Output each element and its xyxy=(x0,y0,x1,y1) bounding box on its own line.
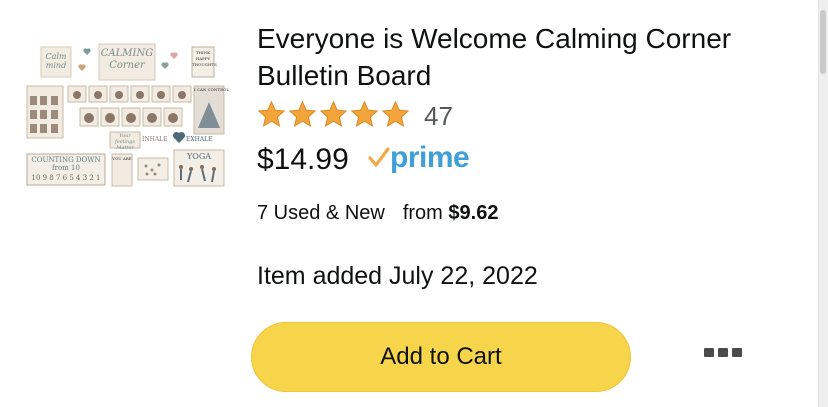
star-icon xyxy=(257,100,286,127)
image-text-counting: COUNTING DOWN from 10 xyxy=(31,156,101,172)
star-icon xyxy=(319,100,348,127)
offers[interactable]: 7 Used & New from $9.62 xyxy=(257,202,498,225)
ellipsis-icon xyxy=(732,348,742,357)
add-to-cart-label: Add to Cart xyxy=(380,343,502,370)
scrollbar-thumb[interactable] xyxy=(820,10,826,74)
image-text-can-control: I CAN CONTROL xyxy=(194,87,230,92)
ellipsis-icon xyxy=(704,348,714,357)
star-rating[interactable] xyxy=(257,97,412,131)
image-text-calm-mind: Calm mind xyxy=(45,52,67,70)
star-icon xyxy=(381,100,410,127)
offers-from-label: from xyxy=(402,202,443,224)
more-options-button[interactable] xyxy=(704,348,742,357)
prime-label: prime xyxy=(390,141,470,174)
prime-check-icon xyxy=(368,147,390,167)
image-text-calming-corner: CALMING Corner xyxy=(100,48,154,71)
image-text-think: THINK HAPPY THOUGHTS xyxy=(192,50,217,67)
image-text-inhale: INHALE xyxy=(142,136,168,143)
image-text-numbers: 10 9 8 7 6 5 4 3 2 1 xyxy=(31,174,101,182)
item-added-date: Item added July 22, 2022 xyxy=(257,262,538,290)
star-icon xyxy=(288,100,317,127)
rating-count[interactable]: 47 xyxy=(424,101,453,132)
image-text-yoga: YOGA xyxy=(186,152,211,161)
scrollbar[interactable] xyxy=(818,0,828,407)
add-to-cart-button[interactable]: Add to Cart xyxy=(251,322,631,392)
offers-label[interactable]: 7 Used & New xyxy=(257,202,385,224)
product-image[interactable]: Calm mind CALMING Corner THINK HAPPY THO… xyxy=(24,38,230,190)
image-text-feelings: Your feelings Matter xyxy=(115,133,135,151)
ellipsis-icon xyxy=(718,348,728,357)
price: $14.99 xyxy=(257,143,349,176)
image-text-exhale: EXHALE xyxy=(186,136,213,143)
offers-from-price: $9.62 xyxy=(448,202,499,224)
product-title[interactable]: Everyone is Welcome Calming Corner Bulle… xyxy=(257,20,797,94)
image-text-you-are: YOU ARE xyxy=(112,156,132,161)
prime-badge: prime xyxy=(368,141,470,175)
star-icon xyxy=(350,100,379,127)
